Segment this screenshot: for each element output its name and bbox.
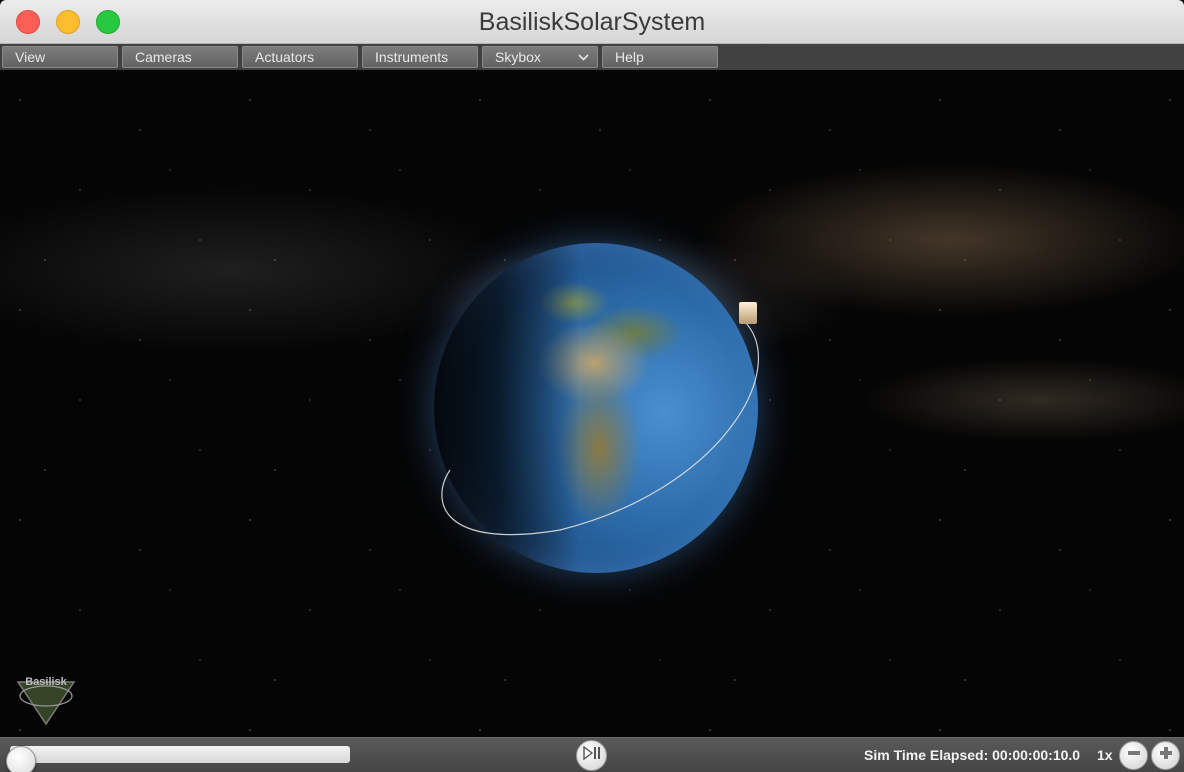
menu-help-button[interactable]: Help <box>602 46 718 68</box>
decrease-speed-button[interactable] <box>1119 741 1148 770</box>
svg-text:Basilisk: Basilisk <box>25 676 67 688</box>
menu-actuators-button[interactable]: Actuators <box>242 46 358 68</box>
minus-icon <box>1126 745 1142 766</box>
menu-view-label: View <box>15 49 46 65</box>
skybox-dropdown[interactable]: Skybox <box>482 46 598 68</box>
scene-viewport[interactable]: Basilisk <box>0 70 1184 737</box>
menu-actuators-label: Actuators <box>255 49 315 65</box>
plus-icon <box>1158 745 1174 766</box>
skybox-dropdown-label: Skybox <box>495 49 541 65</box>
menu-cameras-label: Cameras <box>135 49 192 65</box>
window-title: BasiliskSolarSystem <box>478 8 706 36</box>
timeline-slider[interactable] <box>6 746 350 772</box>
menu-bar: View Cameras Actuators Instruments Skybo… <box>0 44 1184 70</box>
orbit-path <box>441 321 759 536</box>
playback-bar: Sim Time Elapsed: 00:00:00:10.0 1x <box>0 737 1184 772</box>
window-titlebar[interactable]: BasiliskSolarSystem <box>0 0 1184 44</box>
increase-speed-button[interactable] <box>1151 741 1180 770</box>
sim-time-elapsed: Sim Time Elapsed: 00:00:00:10.0 <box>864 747 1081 763</box>
play-pause-icon <box>582 745 602 765</box>
timeline-slider-thumb[interactable] <box>6 746 36 772</box>
play-pause-button[interactable] <box>576 740 607 771</box>
menu-help-label: Help <box>615 49 644 65</box>
menu-cameras-button[interactable]: Cameras <box>122 46 238 68</box>
menu-instruments-button[interactable]: Instruments <box>362 46 478 68</box>
menu-instruments-label: Instruments <box>375 49 449 65</box>
spacecraft-model <box>739 302 757 324</box>
menu-view-button[interactable]: View <box>2 46 118 68</box>
basilisk-logo: Basilisk <box>14 672 78 728</box>
playback-speed: 1x <box>1097 747 1113 763</box>
